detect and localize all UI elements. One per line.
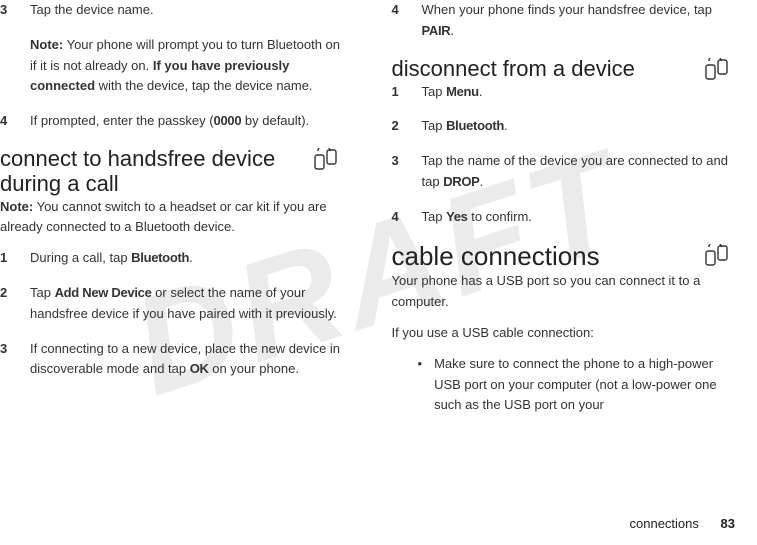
ui-label: OK (190, 361, 209, 376)
right-column: 4 When your phone finds your handsfree d… (392, 0, 734, 500)
bluetooth-pair-icon (312, 148, 342, 172)
step-body: During a call, tap Bluetooth. (30, 248, 342, 269)
step-body: Tap Menu. (422, 82, 734, 103)
step-body: If connecting to a new device, place the… (30, 339, 342, 381)
list-item: 3 Tap the name of the device you are con… (392, 151, 734, 193)
list-item: 4 If prompted, enter the passkey (0000 b… (0, 111, 342, 132)
heading-row: cable connections (392, 242, 734, 272)
step-number: 3 (0, 339, 12, 381)
heading-disconnect: disconnect from a device (392, 56, 694, 81)
step-number: 4 (0, 111, 12, 132)
list-item: 1 Tap Menu. (392, 82, 734, 103)
page-footer: connections 83 (630, 514, 735, 535)
step-body: Tap the name of the device you are conne… (422, 151, 734, 193)
list-item: 1 During a call, tap Bluetooth. (0, 248, 342, 269)
ui-label: DROP (443, 174, 479, 189)
bullet-dot-icon: • (418, 354, 423, 416)
bluetooth-pair-icon (703, 58, 733, 82)
step-text: Tap (422, 118, 447, 133)
step-text: During a call, tap (30, 250, 131, 265)
step-number: 1 (0, 248, 12, 269)
step-text: on your phone. (209, 361, 299, 376)
note-block: Note: Your phone will prompt you to turn… (30, 35, 342, 97)
step-text: . (450, 23, 454, 38)
step-body: Tap the device name. (30, 0, 342, 21)
step-number: 4 (392, 207, 404, 228)
step-text: Tap (422, 209, 447, 224)
list-item: 4 Tap Yes to confirm. (392, 207, 734, 228)
step-text: If prompted, enter the passkey ( (30, 113, 214, 128)
step-body: If prompted, enter the passkey (0000 by … (30, 111, 342, 132)
step-text: Tap (30, 285, 55, 300)
note-text: with the device, tap the device name. (95, 78, 313, 93)
ui-label: Add New Device (55, 285, 152, 300)
step-body: Tap Yes to confirm. (422, 207, 734, 228)
heading-row: connect to handsfree device during a cal… (0, 146, 342, 197)
note-label: Note: (0, 199, 33, 214)
step-number: 1 (392, 82, 404, 103)
list-item: 3 If connecting to a new device, place t… (0, 339, 342, 381)
heading-cable-connections: cable connections (392, 242, 694, 272)
paragraph: If you use a USB cable connection: (392, 323, 734, 344)
step-text: . (480, 174, 484, 189)
heading-connect-handsfree: connect to handsfree device during a cal… (0, 146, 302, 197)
footer-section: connections (630, 516, 699, 531)
step-text: . (479, 84, 483, 99)
ui-label: Bluetooth (131, 250, 189, 265)
list-item: 3 Tap the device name. (0, 0, 342, 21)
heading-row: disconnect from a device (392, 56, 734, 82)
paragraph: Your phone has a USB port so you can con… (392, 271, 734, 313)
step-number: 4 (392, 0, 404, 42)
step-body: Tap Add New Device or select the name of… (30, 283, 342, 325)
list-item: 2 Tap Bluetooth. (392, 116, 734, 137)
step-text: . (504, 118, 508, 133)
step-text: When your phone finds your handsfree dev… (422, 2, 713, 17)
bullet-text: Make sure to connect the phone to a high… (434, 354, 733, 416)
note-label: Note: (30, 37, 63, 52)
step-text: by default). (241, 113, 309, 128)
passkey-code: 0000 (214, 113, 242, 128)
step-number: 3 (0, 0, 12, 21)
list-item: 2 Tap Add New Device or select the name … (0, 283, 342, 325)
step-text: to confirm. (468, 209, 532, 224)
note-block: Note: You cannot switch to a headset or … (0, 197, 342, 239)
bullet-item: • Make sure to connect the phone to a hi… (418, 354, 734, 416)
step-body: When your phone finds your handsfree dev… (422, 0, 734, 42)
bluetooth-pair-icon (703, 244, 733, 268)
page-content: 3 Tap the device name. Note: Your phone … (0, 0, 757, 500)
step-number: 3 (392, 151, 404, 193)
step-number: 2 (392, 116, 404, 137)
step-text: . (189, 250, 193, 265)
note-text: You cannot switch to a headset or car ki… (0, 199, 327, 235)
ui-label: Menu (446, 84, 479, 99)
step-text: Tap (422, 84, 447, 99)
ui-label: PAIR (422, 23, 451, 38)
step-number: 2 (0, 283, 12, 325)
left-column: 3 Tap the device name. Note: Your phone … (0, 0, 342, 500)
step-body: Tap Bluetooth. (422, 116, 734, 137)
list-item: 4 When your phone finds your handsfree d… (392, 0, 734, 42)
page-number: 83 (721, 516, 735, 531)
ui-label: Yes (446, 209, 468, 224)
ui-label: Bluetooth (446, 118, 504, 133)
